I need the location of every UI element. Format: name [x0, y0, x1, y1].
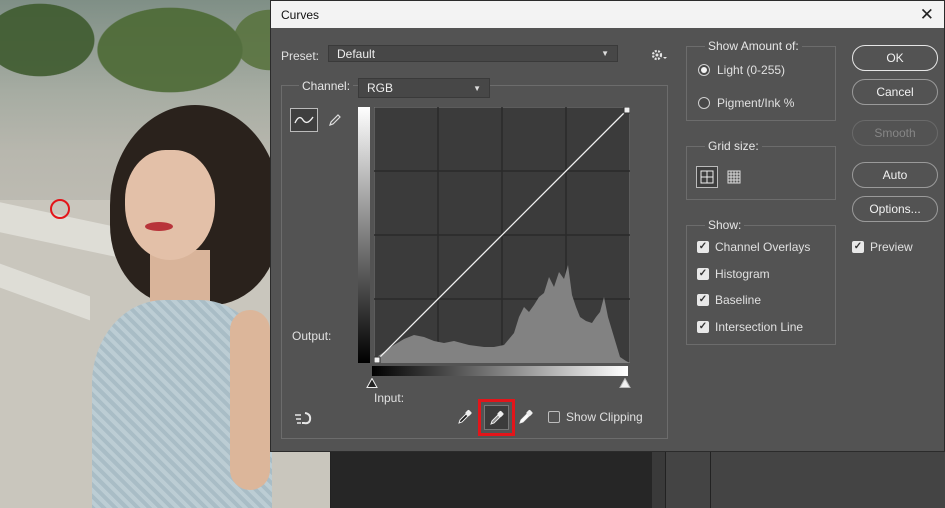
curves-dialog: Curves ✕ Preset: Default ▼ Channel: RGB … [270, 0, 945, 452]
photoshop-workspace-background [330, 452, 945, 508]
preview-checkbox[interactable]: ✓ Preview [852, 240, 913, 254]
black-point-eyedropper-icon[interactable] [454, 406, 476, 428]
channel-select[interactable]: RGB ▼ [358, 78, 490, 98]
chevron-down-icon: ▼ [473, 83, 481, 93]
click-marker-circle [50, 199, 70, 219]
grid-size-title: Grid size: [705, 139, 762, 153]
intersection-line-label: Intersection Line [715, 320, 804, 334]
radio-pigment-label: Pigment/Ink % [717, 96, 795, 110]
preset-select[interactable]: Default ▼ [328, 45, 618, 62]
channel-overlays-label: Channel Overlays [715, 240, 811, 254]
radio-light-dot[interactable] [698, 64, 710, 76]
preview-label: Preview [870, 240, 913, 254]
close-icon[interactable]: ✕ [920, 6, 934, 23]
preset-value: Default [337, 46, 376, 61]
channel-value: RGB [367, 81, 394, 95]
baseline-box[interactable]: ✓ [697, 294, 709, 306]
curves-graph[interactable] [374, 107, 630, 363]
intersection-line-checkbox[interactable]: ✓ Intersection Line [697, 320, 803, 334]
intersection-line-box[interactable]: ✓ [697, 321, 709, 333]
options-button[interactable]: Options... [852, 196, 938, 222]
curve-tool-icon[interactable] [290, 108, 318, 132]
chevron-down-icon: ▼ [601, 49, 609, 58]
smooth-button[interactable]: Smooth [852, 120, 938, 146]
radio-pigment-dot[interactable] [698, 97, 710, 109]
output-label: Output: [292, 329, 332, 343]
channel-overlays-box[interactable]: ✓ [697, 241, 709, 253]
auto-button[interactable]: Auto [852, 162, 938, 188]
photo-arm [230, 310, 270, 490]
show-title: Show: [705, 218, 745, 232]
curve-point-white[interactable] [623, 107, 630, 114]
show-amount-title: Show Amount of: [705, 39, 802, 53]
show-clipping-label: Show Clipping [566, 410, 643, 424]
detailed-grid-icon[interactable] [723, 166, 745, 188]
pencil-icon[interactable] [324, 109, 346, 131]
gray-point-eyedropper-icon[interactable] [484, 405, 509, 430]
baseline-checkbox[interactable]: ✓ Baseline [697, 293, 761, 307]
output-gradient-bar [358, 107, 370, 363]
show-clipping-checkbox[interactable]: Show Clipping [548, 410, 643, 424]
panel-area [710, 452, 945, 508]
preview-box[interactable]: ✓ [852, 241, 864, 253]
on-image-adjust-icon[interactable] [291, 408, 317, 428]
canvas-area [330, 452, 652, 508]
histogram-box[interactable]: ✓ [697, 268, 709, 280]
curve-point-black[interactable] [374, 356, 381, 363]
histogram-label: Histogram [715, 267, 770, 281]
dialog-titlebar: Curves ✕ [271, 1, 944, 28]
preset-label: Preset: [281, 49, 320, 63]
gear-icon[interactable] [649, 47, 669, 63]
radio-light[interactable]: Light (0-255) [698, 63, 785, 77]
input-label: Input: [374, 391, 405, 405]
photo-lips [145, 222, 173, 231]
ok-button[interactable]: OK [852, 45, 938, 71]
baseline-label: Baseline [715, 293, 762, 307]
white-point-eyedropper-icon[interactable] [515, 406, 537, 428]
show-clipping-box[interactable] [548, 411, 560, 423]
panel-strip [665, 452, 710, 508]
photo-face [125, 150, 215, 260]
dialog-title: Curves [281, 7, 320, 22]
input-gradient-bar [372, 366, 628, 376]
radio-pigment[interactable]: Pigment/Ink % [698, 96, 794, 110]
radio-light-label: Light (0-255) [717, 63, 786, 77]
channel-overlays-checkbox[interactable]: ✓ Channel Overlays [697, 240, 810, 254]
simple-grid-icon[interactable] [696, 166, 718, 188]
channel-label: Channel: [299, 79, 354, 93]
cancel-button[interactable]: Cancel [852, 79, 938, 105]
white-point-slider[interactable] [619, 378, 631, 388]
histogram-checkbox[interactable]: ✓ Histogram [697, 267, 770, 281]
black-point-slider[interactable] [366, 378, 378, 388]
